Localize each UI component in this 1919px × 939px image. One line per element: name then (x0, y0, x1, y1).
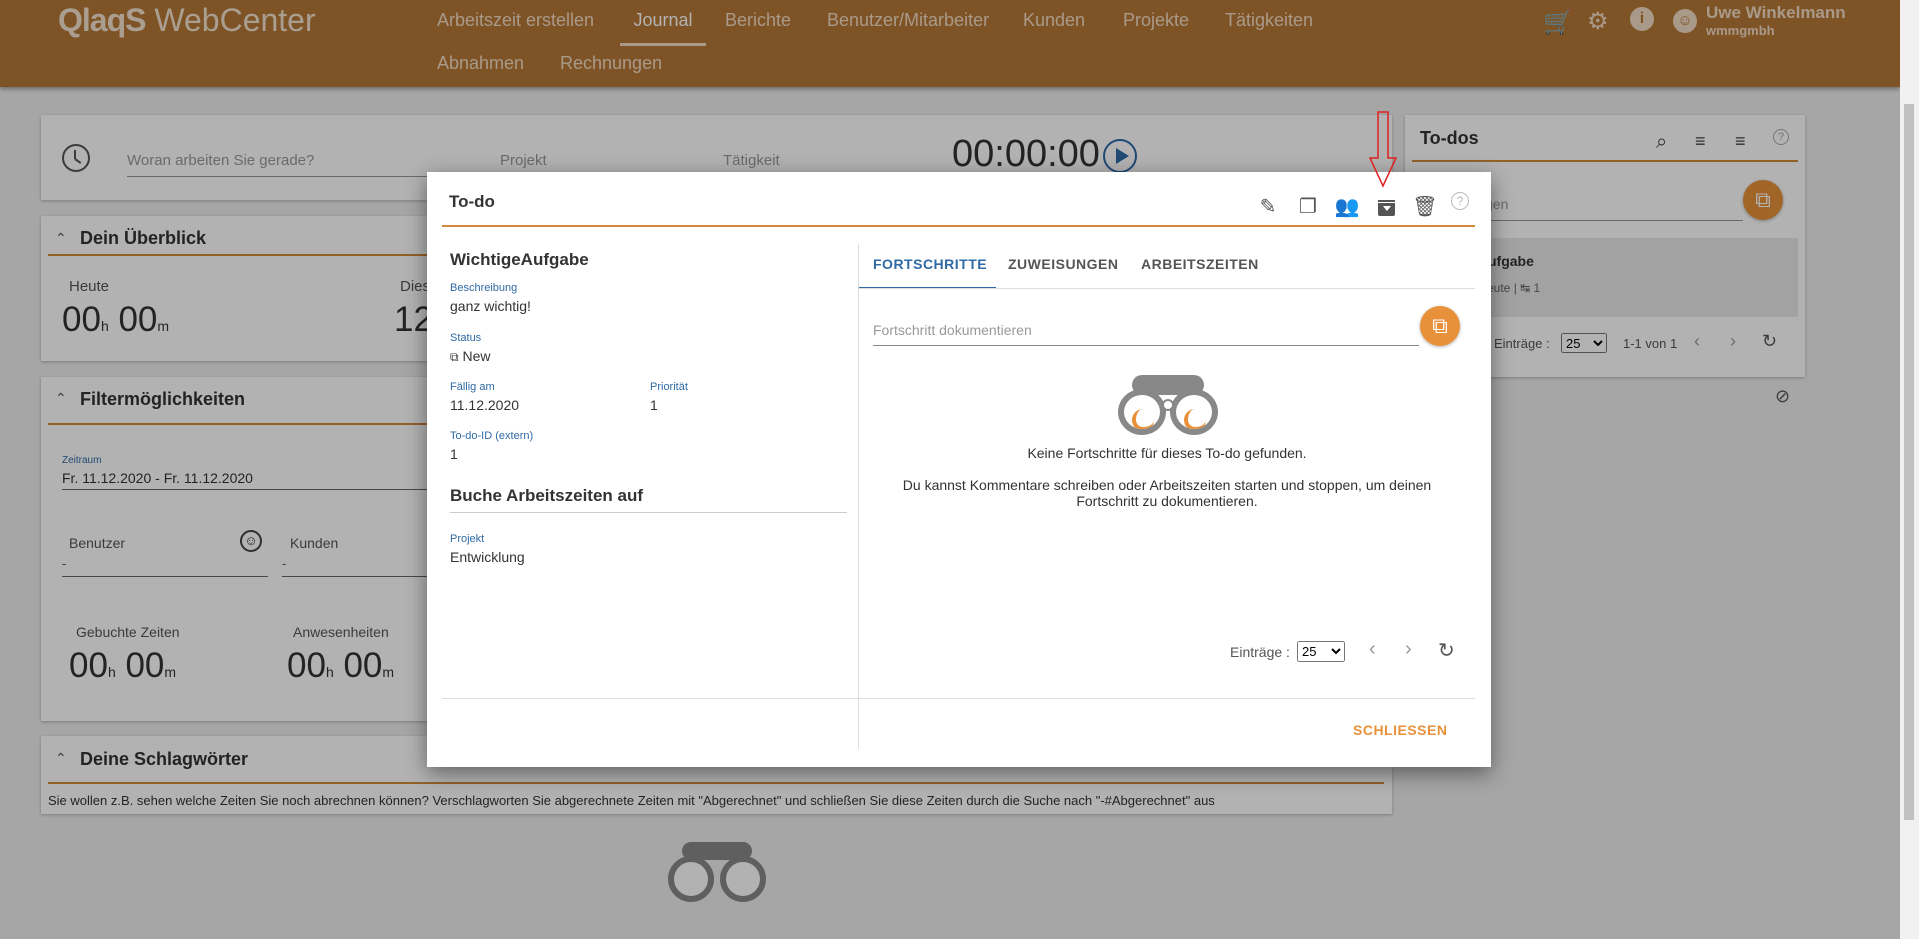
eintraege-select[interactable]: 25 (1297, 641, 1345, 662)
prioritaet-value: 1 (650, 397, 658, 413)
fortschritt-underline (873, 345, 1419, 346)
close-button[interactable]: SCHLIESSEN (1353, 722, 1447, 738)
fortschritt-input[interactable]: Fortschritt dokumentieren (873, 322, 1032, 338)
assign-users-icon[interactable]: 👥 (1334, 194, 1360, 220)
fortschritt-open-button[interactable]: ⧉ (1420, 306, 1460, 346)
refresh-icon[interactable]: ↻ (1438, 638, 1455, 663)
beschreibung-value: ganz wichtig! (450, 298, 531, 314)
binoculars-icon (1118, 375, 1218, 435)
buche-divider (450, 512, 847, 513)
archive-icon[interactable] (1373, 194, 1399, 220)
tab-fortschritte[interactable]: FORTSCHRITTE (873, 256, 987, 272)
annotation-arrow (1368, 111, 1398, 188)
tab-zuweisungen[interactable]: ZUWEISUNGEN (1008, 256, 1119, 272)
dialog-title: To-do (449, 192, 495, 211)
empty-text-2: Fortschritt zu dokumentieren. (1076, 493, 1258, 509)
todo-id-label: To-do-ID (extern) (450, 430, 534, 442)
projekt-label: Projekt (450, 533, 485, 545)
prev-page-icon[interactable]: ‹ (1369, 638, 1376, 661)
open-external-icon: ⧉ (450, 350, 459, 364)
empty-text-1: Du kannst Kommentare schreiben oder Arbe… (902, 477, 1432, 493)
tab-arbeitszeiten[interactable]: ARBEITSZEITEN (1141, 256, 1259, 272)
copy-icon[interactable]: ❐ (1295, 194, 1321, 220)
status-value[interactable]: ⧉ New (450, 348, 490, 365)
dialog-header-divider (442, 225, 1475, 227)
empty-title: Keine Fortschritte für dieses To-do gefu… (1027, 445, 1307, 461)
beschreibung-label: Beschreibung (450, 282, 518, 294)
projekt-value: Entwicklung (450, 549, 525, 565)
todo-dialog: To-do ✎ ❐ 👥 🗑 ? WichtigeAufgabe Beschrei… (427, 172, 1491, 767)
help-icon[interactable]: ? (1451, 192, 1469, 210)
scrollbar-thumb[interactable] (1904, 104, 1914, 820)
edit-icon[interactable]: ✎ (1255, 194, 1281, 220)
eintraege-label: Einträge : (1230, 644, 1290, 660)
next-page-icon[interactable]: › (1405, 638, 1412, 661)
status-label: Status (450, 332, 482, 344)
prioritaet-label: Priorität (650, 381, 688, 393)
faellig-value: 11.12.2020 (450, 397, 520, 413)
faellig-label: Fällig am (450, 381, 495, 393)
footer-divider (442, 698, 1475, 699)
todo-id-value: 1 (450, 446, 458, 462)
buche-title: Buche Arbeitszeiten auf (450, 486, 644, 505)
todo-name: WichtigeAufgabe (450, 250, 589, 269)
tabs-divider (859, 288, 1475, 289)
delete-icon[interactable]: 🗑 (1412, 194, 1438, 220)
